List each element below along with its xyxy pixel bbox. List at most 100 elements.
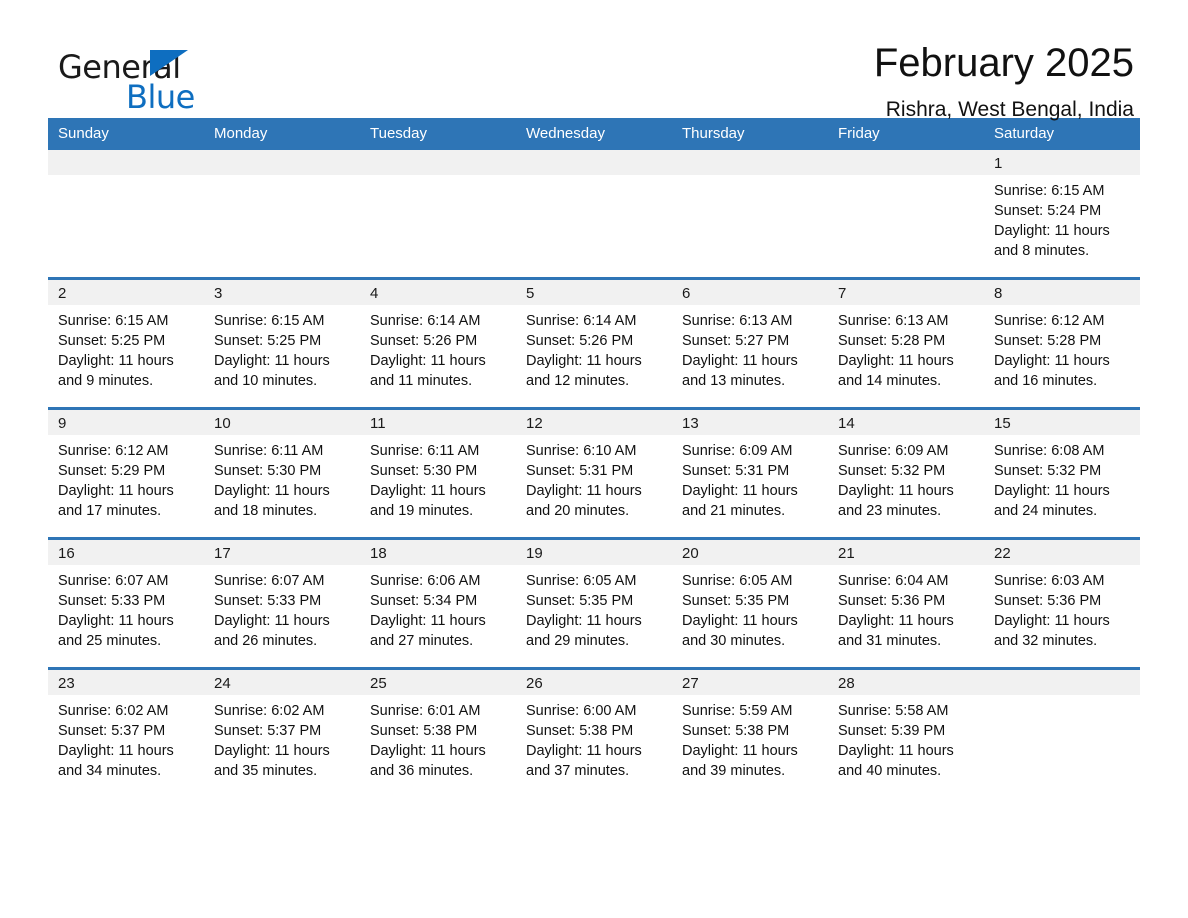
sunrise-text: Sunrise: 6:02 AM (214, 703, 325, 719)
calendar-cell: 26 Sunrise: 6:00 AM Sunset: 5:38 PM Dayligh… (516, 667, 672, 797)
day-number: 20 (672, 540, 828, 565)
sunset-text: Sunset: 5:32 PM (994, 463, 1102, 479)
calendar-day[interactable]: 15 Sunrise: 6:08 AM Sunset: 5:32 PM Dayligh… (984, 410, 1140, 537)
sunset-text: Sunset: 5:33 PM (214, 593, 322, 609)
general-blue-logo[interactable]: General Blue (48, 40, 198, 116)
day-details: Sunrise: 6:10 AM Sunset: 5:31 PM Daylight:… (516, 435, 672, 521)
calendar-cell: 13 Sunrise: 6:09 AM Sunset: 5:31 PM Dayligh… (672, 407, 828, 539)
daylight-text: Daylight: 11 hours and 36 minutes. (370, 743, 486, 779)
calendar-cell: 11 Sunrise: 6:11 AM Sunset: 5:30 PM Dayligh… (360, 407, 516, 539)
calendar-day[interactable]: 14 Sunrise: 6:09 AM Sunset: 5:32 PM Dayligh… (828, 410, 984, 537)
day-details: Sunrise: 6:01 AM Sunset: 5:38 PM Daylight:… (360, 695, 516, 781)
sunrise-text: Sunrise: 6:12 AM (994, 313, 1105, 329)
calendar-day[interactable]: 3 Sunrise: 6:15 AM Sunset: 5:25 PM Daylight… (204, 280, 360, 407)
calendar-cell: 4 Sunrise: 6:14 AM Sunset: 5:26 PM Daylight… (360, 277, 516, 409)
calendar-week-row: 2 Sunrise: 6:15 AM Sunset: 5:25 PM Daylight… (48, 277, 1140, 409)
day-number (828, 150, 984, 175)
calendar-day[interactable]: 6 Sunrise: 6:13 AM Sunset: 5:27 PM Daylight… (672, 280, 828, 407)
calendar-cell: 8 Sunrise: 6:12 AM Sunset: 5:28 PM Daylight… (984, 277, 1140, 409)
calendar-cell: 15 Sunrise: 6:08 AM Sunset: 5:32 PM Dayligh… (984, 407, 1140, 539)
calendar-day[interactable]: 11 Sunrise: 6:11 AM Sunset: 5:30 PM Dayligh… (360, 410, 516, 537)
day-number: 22 (984, 540, 1140, 565)
sunrise-text: Sunrise: 6:02 AM (58, 703, 169, 719)
daylight-text: Daylight: 11 hours and 30 minutes. (682, 613, 798, 649)
day-number: 16 (48, 540, 204, 565)
calendar-cell (672, 150, 828, 279)
daylight-text: Daylight: 11 hours and 20 minutes. (526, 483, 642, 519)
page-title: February 2025 (873, 41, 1134, 85)
calendar-day[interactable]: 24 Sunrise: 6:02 AM Sunset: 5:37 PM Dayligh… (204, 670, 360, 797)
day-number: 15 (984, 410, 1140, 435)
calendar-cell: 28 Sunrise: 5:58 AM Sunset: 5:39 PM Dayligh… (828, 667, 984, 797)
weekday-header-monday: Monday (204, 118, 360, 150)
calendar-day[interactable]: 19 Sunrise: 6:05 AM Sunset: 5:35 PM Dayligh… (516, 540, 672, 667)
daylight-text: Daylight: 11 hours and 18 minutes. (214, 483, 330, 519)
calendar-day[interactable]: 16 Sunrise: 6:07 AM Sunset: 5:33 PM Dayligh… (48, 540, 204, 667)
day-details: Sunrise: 6:13 AM Sunset: 5:27 PM Daylight:… (672, 305, 828, 391)
calendar-day[interactable]: 21 Sunrise: 6:04 AM Sunset: 5:36 PM Dayligh… (828, 540, 984, 667)
sunrise-text: Sunrise: 5:59 AM (682, 703, 793, 719)
calendar-day[interactable]: 27 Sunrise: 5:59 AM Sunset: 5:38 PM Dayligh… (672, 670, 828, 797)
sunset-text: Sunset: 5:35 PM (682, 593, 790, 609)
calendar-cell: 7 Sunrise: 6:13 AM Sunset: 5:28 PM Daylight… (828, 277, 984, 409)
sunset-text: Sunset: 5:32 PM (838, 463, 946, 479)
calendar-cell: 1 Sunrise: 6:15 AM Sunset: 5:24 PM Daylight… (984, 150, 1140, 279)
calendar-day-empty (204, 150, 360, 277)
calendar-day[interactable]: 25 Sunrise: 6:01 AM Sunset: 5:38 PM Dayligh… (360, 670, 516, 797)
calendar-day-empty (672, 150, 828, 277)
daylight-text: Daylight: 11 hours and 27 minutes. (370, 613, 486, 649)
day-number: 23 (48, 670, 204, 695)
day-number: 17 (204, 540, 360, 565)
calendar-cell: 17 Sunrise: 6:07 AM Sunset: 5:33 PM Dayligh… (204, 537, 360, 669)
calendar-day[interactable]: 20 Sunrise: 6:05 AM Sunset: 5:35 PM Dayligh… (672, 540, 828, 667)
calendar-day[interactable]: 8 Sunrise: 6:12 AM Sunset: 5:28 PM Daylight… (984, 280, 1140, 407)
calendar-day[interactable]: 17 Sunrise: 6:07 AM Sunset: 5:33 PM Dayligh… (204, 540, 360, 667)
day-number: 13 (672, 410, 828, 435)
sunrise-text: Sunrise: 6:05 AM (682, 573, 793, 589)
calendar-day[interactable]: 12 Sunrise: 6:10 AM Sunset: 5:31 PM Dayligh… (516, 410, 672, 537)
day-details: Sunrise: 6:09 AM Sunset: 5:32 PM Daylight:… (828, 435, 984, 521)
sunset-text: Sunset: 5:31 PM (682, 463, 790, 479)
day-number: 11 (360, 410, 516, 435)
calendar-day[interactable]: 4 Sunrise: 6:14 AM Sunset: 5:26 PM Daylight… (360, 280, 516, 407)
calendar-day[interactable]: 10 Sunrise: 6:11 AM Sunset: 5:30 PM Dayligh… (204, 410, 360, 537)
day-details: Sunrise: 6:07 AM Sunset: 5:33 PM Daylight:… (204, 565, 360, 651)
daylight-text: Daylight: 11 hours and 21 minutes. (682, 483, 798, 519)
calendar-day[interactable]: 5 Sunrise: 6:14 AM Sunset: 5:26 PM Daylight… (516, 280, 672, 407)
calendar-day[interactable]: 18 Sunrise: 6:06 AM Sunset: 5:34 PM Dayligh… (360, 540, 516, 667)
calendar-day[interactable]: 22 Sunrise: 6:03 AM Sunset: 5:36 PM Dayligh… (984, 540, 1140, 667)
calendar-day[interactable]: 7 Sunrise: 6:13 AM Sunset: 5:28 PM Daylight… (828, 280, 984, 407)
day-details: Sunrise: 6:13 AM Sunset: 5:28 PM Daylight:… (828, 305, 984, 391)
daylight-text: Daylight: 11 hours and 17 minutes. (58, 483, 174, 519)
day-number: 1 (984, 150, 1140, 175)
day-details: Sunrise: 6:12 AM Sunset: 5:29 PM Daylight:… (48, 435, 204, 521)
calendar-cell: 24 Sunrise: 6:02 AM Sunset: 5:37 PM Dayligh… (204, 667, 360, 797)
calendar-day[interactable]: 28 Sunrise: 5:58 AM Sunset: 5:39 PM Dayligh… (828, 670, 984, 797)
day-number: 25 (360, 670, 516, 695)
calendar-page: General Blue February 2025 Rishra, West … (0, 0, 1188, 918)
sunrise-text: Sunrise: 6:08 AM (994, 443, 1105, 459)
calendar-day[interactable]: 23 Sunrise: 6:02 AM Sunset: 5:37 PM Dayligh… (48, 670, 204, 797)
calendar-day[interactable]: 2 Sunrise: 6:15 AM Sunset: 5:25 PM Daylight… (48, 280, 204, 407)
calendar-cell: 14 Sunrise: 6:09 AM Sunset: 5:32 PM Dayligh… (828, 407, 984, 539)
day-details: Sunrise: 6:03 AM Sunset: 5:36 PM Daylight:… (984, 565, 1140, 651)
day-details: Sunrise: 6:15 AM Sunset: 5:24 PM Daylight:… (984, 175, 1140, 261)
day-number: 18 (360, 540, 516, 565)
calendar-cell: 22 Sunrise: 6:03 AM Sunset: 5:36 PM Dayligh… (984, 537, 1140, 669)
daylight-text: Daylight: 11 hours and 32 minutes. (994, 613, 1110, 649)
calendar-day-empty (516, 150, 672, 277)
calendar-cell: 16 Sunrise: 6:07 AM Sunset: 5:33 PM Dayligh… (48, 537, 204, 669)
day-details: Sunrise: 6:02 AM Sunset: 5:37 PM Daylight:… (204, 695, 360, 781)
calendar-day[interactable]: 26 Sunrise: 6:00 AM Sunset: 5:38 PM Dayligh… (516, 670, 672, 797)
sunrise-text: Sunrise: 6:10 AM (526, 443, 637, 459)
sunset-text: Sunset: 5:24 PM (994, 203, 1102, 219)
daylight-text: Daylight: 11 hours and 8 minutes. (994, 223, 1110, 259)
day-number: 6 (672, 280, 828, 305)
calendar-cell: 19 Sunrise: 6:05 AM Sunset: 5:35 PM Dayligh… (516, 537, 672, 669)
calendar-day[interactable]: 9 Sunrise: 6:12 AM Sunset: 5:29 PM Daylight… (48, 410, 204, 537)
sunrise-text: Sunrise: 6:14 AM (526, 313, 637, 329)
calendar-day[interactable]: 13 Sunrise: 6:09 AM Sunset: 5:31 PM Dayligh… (672, 410, 828, 537)
daylight-text: Daylight: 11 hours and 13 minutes. (682, 353, 798, 389)
calendar-day[interactable]: 1 Sunrise: 6:15 AM Sunset: 5:24 PM Daylight… (984, 150, 1140, 277)
daylight-text: Daylight: 11 hours and 34 minutes. (58, 743, 174, 779)
